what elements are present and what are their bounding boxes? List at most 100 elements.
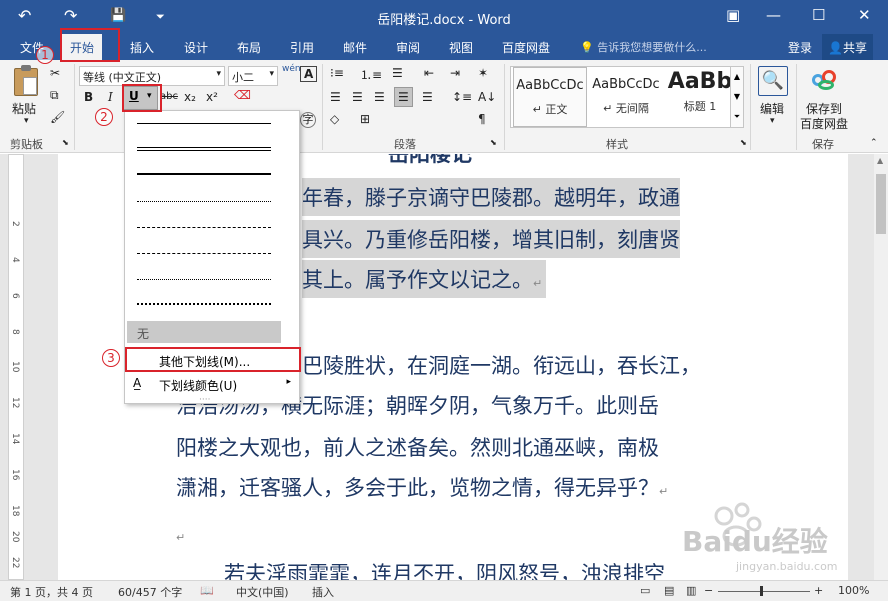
phonetic-guide-icon[interactable]: wén xyxy=(282,64,301,74)
underline-thick-option[interactable] xyxy=(137,173,271,175)
maximize-icon[interactable]: ☐ xyxy=(812,6,825,24)
increase-indent-icon[interactable]: ⇥ xyxy=(450,66,460,80)
zoom-slider[interactable] xyxy=(718,591,810,592)
underline-color-label: 下划线颜色(U) xyxy=(159,379,238,393)
scroll-thumb[interactable] xyxy=(876,174,886,234)
cut-icon[interactable]: ✂ xyxy=(50,66,60,80)
format-painter-icon[interactable]: 🖌 xyxy=(50,110,65,124)
search-icon[interactable]: 🔍 xyxy=(758,66,788,96)
underline-color-option[interactable]: A̲ 下划线颜色(U) ▸ xyxy=(127,373,299,395)
save-to-baidu-label2[interactable]: 百度网盘 xyxy=(800,115,848,132)
print-layout-icon[interactable]: ▤ xyxy=(664,584,674,597)
insert-mode-indicator[interactable]: 插入 xyxy=(312,584,334,600)
decrease-indent-icon[interactable]: ⇤ xyxy=(424,66,434,80)
paste-icon[interactable] xyxy=(14,65,38,96)
multilevel-list-icon[interactable]: ☰ xyxy=(392,66,403,80)
word-count[interactable]: 60/457 个字 xyxy=(118,584,182,600)
minimize-icon[interactable]: — xyxy=(766,6,781,24)
resize-handle-icon[interactable]: ···· xyxy=(199,395,210,405)
language-indicator[interactable]: 中文(中国) xyxy=(236,584,289,600)
underline-double-option[interactable] xyxy=(137,147,271,151)
chevron-down-icon[interactable]: ▾ xyxy=(770,116,775,126)
underline-dash-dot-dot-option[interactable] xyxy=(137,279,271,280)
superscript-button[interactable]: x² xyxy=(206,90,218,104)
shading-icon[interactable]: ◇ xyxy=(330,112,339,126)
tab-mailings[interactable]: 邮件 xyxy=(343,39,367,56)
style-normal[interactable]: AaBbCcDc ↵ 正文 xyxy=(513,67,587,127)
editing-button[interactable]: 编辑 xyxy=(760,100,784,117)
numbering-icon[interactable]: ⒈≡ xyxy=(360,66,382,83)
strikethrough-button[interactable]: abc xyxy=(160,91,178,102)
web-layout-icon[interactable]: ▥ xyxy=(686,584,696,597)
share-button[interactable]: 👤共享 xyxy=(822,34,873,60)
chevron-up-icon[interactable]: ▲ xyxy=(731,67,743,87)
align-left-icon[interactable]: ☰ xyxy=(330,90,341,104)
paste-dropdown-icon[interactable]: ▾ xyxy=(24,116,29,126)
document-title: 岳阳楼记 xyxy=(388,154,472,166)
chevron-down-icon[interactable]: ▾ xyxy=(269,69,274,79)
underline-dashed-option[interactable] xyxy=(137,227,271,228)
paragraph-line: 其上。属予作文以记之。↵ xyxy=(302,260,547,298)
styles-launcher-icon[interactable]: ⬊ xyxy=(740,138,747,147)
tab-references[interactable]: 引用 xyxy=(290,39,314,56)
underline-single-option[interactable] xyxy=(137,123,271,124)
ribbon-display-options-icon[interactable]: ▣ xyxy=(726,6,740,24)
ruler-number: 14 xyxy=(10,433,20,445)
zoom-level[interactable]: 100% xyxy=(838,584,869,597)
underline-dotted-option[interactable] xyxy=(137,201,271,202)
close-icon[interactable]: ✕ xyxy=(858,6,871,24)
collapse-ribbon-icon[interactable]: ⌃ xyxy=(870,138,878,148)
underline-dash-dot-option[interactable] xyxy=(137,253,271,254)
bold-button[interactable]: B xyxy=(84,90,93,104)
bullets-icon[interactable]: ⁝≡ xyxy=(330,66,344,80)
scroll-up-icon[interactable]: ▲ xyxy=(877,156,883,165)
font-size-input[interactable]: 小二 ▾ xyxy=(228,66,278,86)
proofing-icon[interactable]: 📖 xyxy=(200,584,214,597)
enclose-characters-button[interactable]: 字 xyxy=(300,112,316,128)
italic-button[interactable]: I xyxy=(108,90,113,104)
line-spacing-icon[interactable]: ↕≡ xyxy=(452,90,472,104)
underline-none-option[interactable]: 无 xyxy=(127,321,281,343)
style-heading-1[interactable]: AaBb 标题 1 xyxy=(663,67,737,127)
justify-icon[interactable]: ☰ xyxy=(394,87,413,107)
tab-design[interactable]: 设计 xyxy=(184,39,208,56)
subscript-button[interactable]: x₂ xyxy=(184,90,196,104)
tab-layout[interactable]: 布局 xyxy=(237,39,261,56)
tab-insert[interactable]: 插入 xyxy=(130,39,154,56)
chevron-right-icon: ▸ xyxy=(286,377,291,387)
chinese-layout-icon[interactable]: ✶ xyxy=(478,66,488,80)
tab-review[interactable]: 审阅 xyxy=(396,39,420,56)
zoom-slider-thumb[interactable] xyxy=(760,586,763,596)
styles-scroll[interactable]: ▲ ▼ ⏷ xyxy=(730,66,744,128)
chevron-down-icon[interactable]: ▼ xyxy=(731,87,743,107)
zoom-out-icon[interactable]: − xyxy=(704,584,713,597)
styles-group-label: 样式 xyxy=(606,138,628,151)
zoom-in-icon[interactable]: + xyxy=(814,584,823,597)
align-right-icon[interactable]: ☰ xyxy=(374,90,385,104)
borders-icon[interactable]: ⊞ xyxy=(360,112,370,126)
font-name-input[interactable]: 等线 (中文正文) ▾ xyxy=(79,66,225,86)
vertical-scrollbar[interactable]: ▲ xyxy=(874,154,888,580)
distributed-icon[interactable]: ☰ xyxy=(422,90,433,104)
tab-baidu-netdisk[interactable]: 百度网盘 xyxy=(502,39,550,56)
tell-me-box[interactable]: 💡 告诉我您想要做什么... xyxy=(580,39,707,55)
clipboard-launcher-icon[interactable]: ⬊ xyxy=(62,138,69,147)
watermark-url: jingyan.baidu.com xyxy=(736,560,838,573)
style-no-spacing[interactable]: AaBbCcDc ↵ 无间隔 xyxy=(589,67,663,127)
paragraph-launcher-icon[interactable]: ⬊ xyxy=(490,138,497,147)
show-marks-icon[interactable]: ¶ xyxy=(478,112,486,126)
paste-button[interactable]: 粘贴 xyxy=(12,100,36,117)
read-mode-icon[interactable]: ▭ xyxy=(640,584,650,597)
character-border-icon[interactable]: A xyxy=(300,66,318,82)
cloud-icon[interactable] xyxy=(812,68,838,94)
copy-icon[interactable]: ⧉ xyxy=(50,88,59,103)
chevron-down-icon[interactable]: ▾ xyxy=(216,69,221,79)
page-count[interactable]: 第 1 页，共 4 页 xyxy=(10,584,93,600)
sort-icon[interactable]: A↓ xyxy=(478,90,496,104)
sign-in-link[interactable]: 登录 xyxy=(788,39,812,56)
align-center-icon[interactable]: ☰ xyxy=(352,90,363,104)
more-styles-icon[interactable]: ⏷ xyxy=(731,107,743,127)
clear-formatting-icon[interactable]: ⌫ xyxy=(234,88,251,102)
tab-view[interactable]: 视图 xyxy=(449,39,473,56)
underline-wave-option[interactable] xyxy=(137,299,271,305)
